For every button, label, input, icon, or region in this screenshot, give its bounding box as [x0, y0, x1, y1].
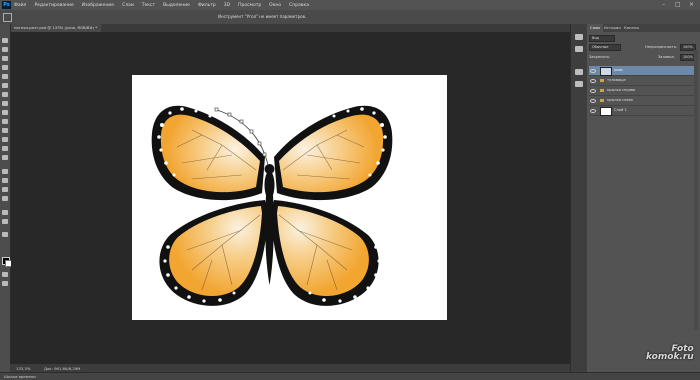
menu-window[interactable]: Окно: [269, 3, 281, 8]
layer-thumbnail: [600, 67, 612, 76]
layer-group-row[interactable]: крылья справа: [589, 86, 698, 96]
move-tool-icon[interactable]: [2, 38, 8, 43]
tool-preset-icon[interactable]: [3, 13, 12, 22]
tab-channels[interactable]: Каналы: [621, 24, 642, 32]
watermark-line-2: komok.ru: [646, 352, 694, 362]
document-tab-bar: ногочи-разт.psd @ 133% (усик, RGB/8#) *: [10, 24, 583, 32]
butterfly-artwork: [151, 105, 393, 306]
eraser-tool-icon[interactable]: [2, 128, 8, 133]
menu-3d[interactable]: 3D: [224, 3, 230, 8]
menu-view[interactable]: Просмотр: [238, 3, 261, 8]
menu-select[interactable]: Выделение: [163, 3, 190, 8]
fill-label: Заливка:: [658, 55, 675, 59]
layer-name: крылья слева: [607, 98, 633, 102]
layer-filter-select[interactable]: Вид: [589, 35, 615, 42]
history-icon[interactable]: [575, 34, 583, 40]
menu-image[interactable]: Изображение: [82, 3, 114, 8]
menu-filter[interactable]: Фильтр: [198, 3, 216, 8]
lock-label: Закрепить:: [589, 55, 611, 59]
properties-icon[interactable]: [575, 46, 583, 52]
layer-group-row[interactable]: туловище: [589, 76, 698, 86]
workspace: [11, 32, 583, 364]
layer-row[interactable]: Слой 1: [589, 106, 698, 116]
blend-mode-select[interactable]: Обычные: [589, 44, 621, 51]
eyedropper-tool-icon[interactable]: [2, 83, 8, 88]
zoom-tool-icon[interactable]: [2, 219, 8, 224]
panel-icon-strip: [570, 24, 587, 372]
photoshop-logo-icon: Ps: [2, 1, 11, 9]
panel-tabs: Слои Истории Каналы: [587, 24, 700, 32]
layer-row[interactable]: усик: [589, 66, 698, 76]
path-select-tool-icon[interactable]: [2, 187, 8, 192]
brush-presets-icon[interactable]: [575, 81, 583, 87]
document-tab[interactable]: ногочи-разт.psd @ 133% (усик, RGB/8#) *: [10, 24, 102, 32]
layer-name: туловище: [607, 78, 626, 82]
status-bar: 133,3% Док: 961,6K/6,29M: [10, 364, 583, 372]
visibility-eye-icon[interactable]: [590, 98, 596, 103]
tools-panel: [0, 24, 12, 372]
layer-group-row[interactable]: крылья слева: [589, 96, 698, 106]
type-tool-icon[interactable]: [2, 178, 8, 183]
lock-row: Закрепить: Заливка: 100%: [589, 54, 698, 61]
options-bar: Инструмент "Угол" не имеет параметров.: [0, 10, 700, 25]
lasso-tool-icon[interactable]: [2, 56, 8, 61]
quick-select-tool-icon[interactable]: [2, 65, 8, 70]
blend-row: Обычные Непрозрачность: 100%: [589, 44, 698, 51]
history-brush-tool-icon[interactable]: [2, 119, 8, 124]
options-hint: Инструмент "Угол" не имеет параметров.: [218, 14, 307, 19]
shape-tool-icon[interactable]: [2, 196, 8, 201]
dodge-tool-icon[interactable]: [2, 155, 8, 160]
butterfly-body: [264, 164, 275, 285]
stamp-tool-icon[interactable]: [2, 110, 8, 115]
menu-edit[interactable]: Редактирование: [34, 3, 73, 8]
visibility-eye-icon[interactable]: [590, 68, 596, 73]
healing-tool-icon[interactable]: [2, 92, 8, 97]
left-upper-wing: [151, 105, 265, 201]
menu-bar: Ps Файл Редактирование Изображение Слои …: [0, 0, 700, 10]
screen-mode-icon[interactable]: [2, 281, 8, 286]
timeline-label[interactable]: Шкала времени: [4, 374, 36, 379]
minimize-button[interactable]: –: [662, 1, 665, 8]
right-upper-wing: [274, 105, 393, 201]
zoom-level[interactable]: 133,3%: [16, 366, 30, 371]
visibility-eye-icon[interactable]: [590, 108, 596, 113]
layer-name: усик: [614, 68, 623, 72]
folder-icon: [600, 89, 604, 92]
document-canvas[interactable]: [132, 75, 447, 320]
hand-tool-icon[interactable]: [2, 210, 8, 215]
quick-mask-icon[interactable]: [2, 272, 8, 277]
layer-name: крылья справа: [607, 88, 636, 92]
left-lower-wing: [159, 200, 268, 306]
folder-icon: [600, 99, 604, 102]
visibility-eye-icon[interactable]: [590, 88, 596, 93]
folder-icon: [600, 79, 604, 82]
crop-tool-icon[interactable]: [2, 74, 8, 79]
menu-text[interactable]: Текст: [142, 3, 155, 8]
layers-panel: Слои Истории Каналы Вид Обычные Непрозра…: [587, 24, 700, 372]
maximize-button[interactable]: □: [675, 1, 681, 8]
menu-file[interactable]: Файл: [14, 3, 26, 8]
layer-name: Слой 1: [614, 108, 627, 112]
document-info[interactable]: Док: 961,6K/6,29M: [44, 366, 80, 371]
brush-tool-icon[interactable]: [2, 101, 8, 106]
layer-thumbnail: [600, 107, 612, 116]
ruler-tool-icon[interactable]: [2, 232, 8, 237]
tool-presets-icon[interactable]: [575, 69, 583, 75]
menu-help[interactable]: Справка: [289, 3, 309, 8]
panel-scrollbar[interactable]: [694, 50, 698, 330]
gradient-tool-icon[interactable]: [2, 137, 8, 142]
close-button[interactable]: ×: [689, 1, 694, 8]
blur-tool-icon[interactable]: [2, 146, 8, 151]
pen-tool-icon[interactable]: [2, 169, 8, 174]
right-lower-wing: [271, 200, 379, 306]
opacity-label: Непрозрачность:: [645, 45, 678, 49]
marquee-tool-icon[interactable]: [2, 47, 8, 52]
watermark: Foto komok.ru: [646, 345, 694, 362]
layer-filter-row: Вид: [589, 35, 698, 42]
menu-layers[interactable]: Слои: [122, 3, 134, 8]
visibility-eye-icon[interactable]: [590, 78, 596, 83]
